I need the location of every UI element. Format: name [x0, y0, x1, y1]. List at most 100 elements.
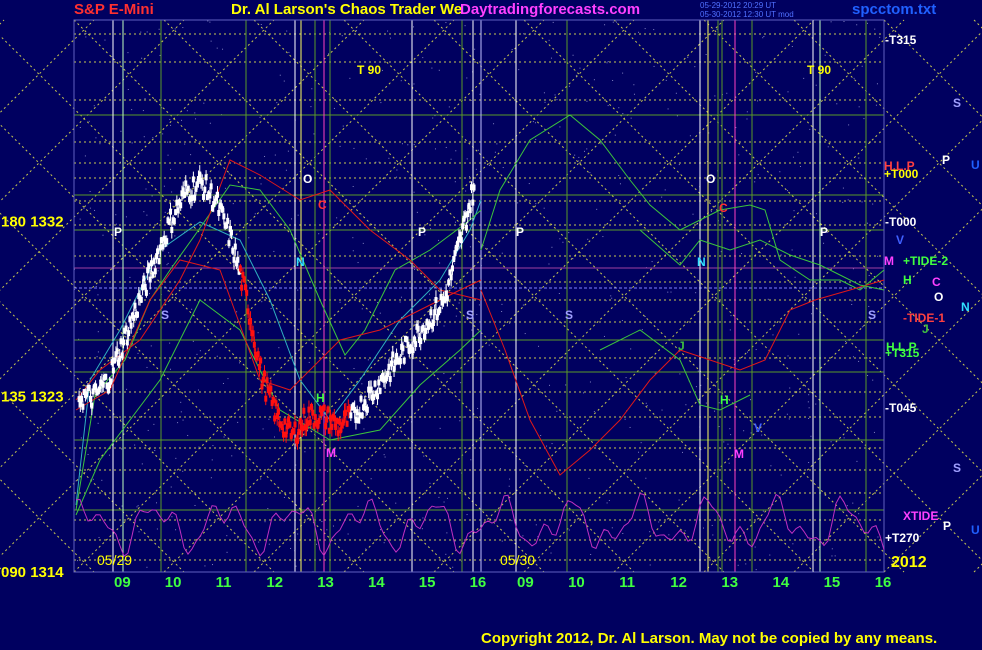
star-dot	[600, 143, 602, 145]
price-bar-body	[391, 351, 395, 358]
star-dot	[274, 286, 276, 288]
diagonal-grid-line	[0, 19, 5, 25]
star-dot	[755, 71, 757, 73]
star-dot	[661, 196, 663, 198]
star-dot	[535, 203, 537, 205]
star-dot	[644, 315, 646, 317]
star-dot	[84, 155, 86, 157]
star-dot	[863, 118, 865, 120]
star-dot	[842, 201, 844, 203]
diagonal-grid-line	[0, 567, 5, 573]
star-dot	[714, 95, 716, 97]
price-bar-body	[176, 207, 180, 214]
price-bar-body	[378, 387, 382, 394]
star-dot	[877, 255, 879, 257]
planet-marker: S	[953, 461, 961, 475]
star-dot	[518, 69, 520, 71]
price-bar-body	[90, 402, 94, 409]
star-dot	[808, 407, 810, 409]
star-dot	[729, 428, 731, 430]
star-dot	[83, 207, 85, 209]
copyright-notice: Copyright 2012, Dr. Al Larson. May not b…	[481, 630, 938, 647]
star-dot	[729, 329, 731, 331]
star-dot	[866, 222, 868, 224]
star-dot	[455, 315, 457, 317]
star-dot	[195, 118, 197, 120]
star-dot	[867, 22, 868, 24]
star-dot	[532, 121, 534, 123]
planet-marker: N	[961, 300, 970, 314]
star-dot	[95, 137, 97, 139]
star-dot	[180, 411, 182, 413]
star-dot	[363, 428, 365, 430]
star-dot	[769, 554, 771, 556]
price-bar-body	[345, 420, 349, 427]
star-dot	[700, 449, 702, 451]
star-dot	[588, 477, 590, 479]
star-dot	[668, 534, 670, 536]
star-dot	[339, 301, 341, 303]
star-dot	[264, 521, 266, 523]
star-dot	[172, 199, 174, 201]
star-dot	[182, 419, 184, 421]
star-dot	[270, 308, 272, 310]
star-dot	[362, 242, 364, 244]
x-tick-label: 16	[470, 574, 487, 591]
star-dot	[808, 394, 810, 396]
diagonal-grid-line	[973, 563, 982, 573]
star-dot	[842, 187, 844, 189]
star-dot	[349, 77, 351, 79]
planet-marker: J	[922, 322, 929, 336]
star-dot	[786, 413, 788, 415]
star-dot	[182, 27, 184, 29]
star-dot	[868, 305, 870, 307]
star-dot	[352, 186, 354, 188]
star-dot	[209, 122, 211, 124]
star-dot	[616, 21, 618, 23]
star-dot	[147, 429, 149, 431]
star-dot	[511, 520, 513, 522]
star-dot	[477, 407, 479, 409]
star-dot	[146, 366, 148, 368]
price-bar-body	[471, 199, 475, 206]
star-dot	[501, 303, 503, 305]
star-dot	[180, 401, 182, 403]
price-bar-body	[222, 213, 226, 220]
price-bar-body	[288, 421, 292, 428]
star-dot	[767, 298, 769, 300]
star-dot	[649, 531, 651, 533]
star-dot	[712, 534, 714, 536]
star-dot	[295, 565, 297, 567]
star-dot	[422, 517, 424, 519]
star-dot	[138, 531, 140, 533]
diagonal-grid-line	[523, 119, 982, 573]
x-tick-label: 14	[368, 574, 385, 591]
star-dot	[97, 331, 99, 333]
star-dot	[851, 300, 853, 302]
star-dot	[297, 289, 299, 291]
star-dot	[428, 293, 430, 295]
planet-marker: N	[697, 255, 706, 269]
star-dot	[710, 210, 712, 212]
star-dot	[216, 47, 218, 49]
star-dot	[877, 536, 879, 538]
star-dot	[169, 342, 171, 344]
star-dot	[633, 93, 635, 95]
site-link[interactable]: Daytradingforecasts.com	[460, 1, 640, 18]
star-dot	[772, 334, 774, 336]
price-bar-body	[179, 202, 183, 209]
star-dot	[654, 372, 656, 374]
star-dot	[694, 66, 696, 68]
star-dot	[705, 53, 707, 55]
star-dot	[273, 250, 275, 252]
star-dot	[639, 470, 641, 472]
star-dot	[380, 102, 382, 104]
xtide-oscillator	[75, 492, 885, 557]
year-label: 2012	[891, 554, 927, 571]
star-dot	[258, 541, 260, 543]
price-bar-body	[139, 296, 143, 303]
star-dot	[443, 373, 445, 375]
star-dot	[762, 510, 764, 512]
star-dot	[618, 107, 620, 109]
star-dot	[291, 218, 293, 220]
